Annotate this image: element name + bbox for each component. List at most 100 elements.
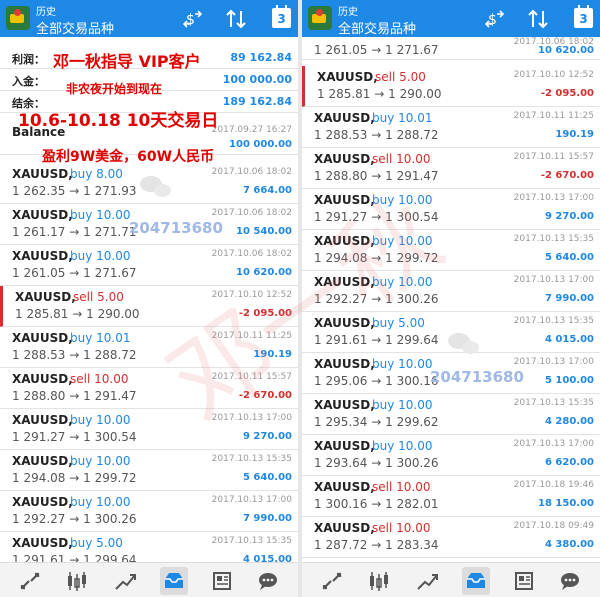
news-icon[interactable] [510, 567, 538, 595]
trade-row[interactable]: XAUUSD, sell 5.00 1 285.81 → 1 290.00 2017.… [302, 66, 600, 107]
trade-symbol: XAUUSD, [12, 249, 73, 263]
trade-side: buy 10.00 [372, 398, 433, 412]
sort-icon[interactable] [527, 8, 549, 30]
profit-label: 利润： [12, 53, 45, 66]
trade-row[interactable]: XAUUSD, buy 10.00 1 291.27 → 1 300.54 2017.… [302, 189, 600, 230]
trade-profit: 4 015.00 [544, 334, 594, 345]
symbol-filter-title[interactable]: 全部交易品种 [338, 18, 416, 37]
overlay-line-1: 邓一秋指导 VIP客户 [53, 52, 201, 71]
trade-symbol: XAUUSD, [314, 357, 375, 371]
trade-symbol: XAUUSD, [314, 398, 375, 412]
calendar-icon[interactable]: 3 [574, 5, 593, 28]
trade-symbol: XAUUSD, [314, 521, 375, 535]
news-icon[interactable] [208, 567, 236, 595]
trade-symbol: XAUUSD, [15, 290, 76, 304]
app-header: 历史 全部交易品种 $ 3 [302, 0, 600, 37]
trade-row[interactable]: XAUUSD, buy 10.00 1 294.08 → 1 299.72 2017.… [302, 230, 600, 271]
trade-icon[interactable] [112, 567, 140, 595]
wechat-watermark-icon-small [462, 341, 479, 354]
app-logo-icon[interactable] [6, 6, 30, 30]
trade-row[interactable]: XAUUSD, buy 10.00 1 291.27 → 1 300.54 2017.… [0, 409, 298, 450]
trade-profit: 10 620.00 [236, 267, 292, 278]
trade-symbol: XAUUSD, [314, 439, 375, 453]
balance-amount: 100 000.00 [229, 139, 292, 150]
trade-date: 2017.10.06 18:02 [211, 249, 292, 259]
history-label: 历史 [338, 7, 358, 18]
trade-symbol: XAUUSD, [314, 480, 375, 494]
trade-row[interactable]: XAUUSD, buy 10.00 1 292.27 → 1 300.26 2017.… [0, 491, 298, 532]
trade-symbol: XAUUSD, [314, 316, 375, 330]
trade-profit: 190.19 [253, 349, 292, 360]
symbol-filter-title[interactable]: 全部交易品种 [36, 18, 114, 37]
trade-side: buy 5.00 [372, 316, 425, 330]
chat-icon[interactable] [254, 567, 282, 595]
trade-side: buy 10.00 [70, 249, 131, 263]
chart-icon[interactable] [62, 567, 90, 595]
trade-side: sell 5.00 [375, 70, 426, 84]
trade-date: 2017.10.13 17:00 [513, 193, 594, 203]
calendar-icon[interactable]: 3 [272, 5, 291, 28]
trade-row[interactable]: XAUUSD, buy 10.01 1 288.53 → 1 288.72 2017.… [302, 107, 600, 148]
trade-side: buy 10.00 [372, 357, 433, 371]
trade-row[interactable]: XAUUSD, sell 10.00 1 288.80 → 1 291.47 2017… [0, 368, 298, 409]
trade-date: 2017.10.13 17:00 [513, 275, 594, 285]
trade-row[interactable]: XAUUSD, sell 10.00 1 300.16 → 1 282.01 2017… [302, 476, 600, 517]
quotes-icon[interactable] [16, 567, 44, 595]
trade-row[interactable]: XAUUSD, sell 10.00 1 288.80 → 1 291.47 2017… [302, 148, 600, 189]
chat-icon[interactable] [556, 567, 584, 595]
trade-prices: 1 285.81 → 1 290.00 [15, 307, 140, 321]
trade-profit: 190.19 [555, 129, 594, 140]
trade-date: 2017.10.13 15:35 [211, 454, 292, 464]
trade-prices: 1 294.08 → 1 299.72 [314, 251, 439, 265]
history-icon[interactable] [160, 567, 188, 595]
trade-symbol: XAUUSD, [314, 275, 375, 289]
trade-profit: 4 280.00 [544, 416, 594, 427]
app-logo-icon[interactable] [308, 6, 332, 30]
currency-filter-icon[interactable]: $ [182, 8, 205, 30]
wechat-watermark-icon-small [154, 184, 171, 197]
right-trade-list: XAUUSD, sell 5.00 1 285.81 → 1 290.00 2017.… [302, 66, 600, 558]
trade-side: sell 10.00 [70, 372, 129, 386]
currency-filter-icon[interactable]: $ [484, 8, 507, 30]
trade-profit: 7 990.00 [242, 513, 292, 524]
history-icon[interactable] [462, 567, 490, 595]
trade-date: 2017.10.13 15:35 [211, 536, 292, 546]
trade-date: 2017.10.13 17:00 [513, 439, 594, 449]
trade-prices: 1 292.27 → 1 300.26 [12, 512, 137, 526]
watermark-number: 204713680 [430, 368, 524, 386]
deposit-value: 100 000.00 [222, 73, 292, 86]
trade-row[interactable]: XAUUSD, buy 10.00 1 261.05 → 1 271.67 2017.… [0, 245, 298, 286]
trade-date: 2017.10.18 09:49 [513, 521, 594, 531]
trade-icon[interactable] [414, 567, 442, 595]
svg-text:$: $ [186, 12, 195, 28]
trade-symbol: XAUUSD, [12, 413, 73, 427]
trade-date: 2017.10.13 17:00 [513, 357, 594, 367]
sort-icon[interactable] [225, 8, 247, 30]
trade-row[interactable]: XAUUSD, sell 5.00 1 285.81 → 1 290.00 2017.… [0, 286, 298, 327]
chart-icon[interactable] [364, 567, 392, 595]
trade-row[interactable]: XAUUSD, buy 10.00 1 292.27 → 1 300.26 2017.… [302, 271, 600, 312]
trade-prices: 1 287.72 → 1 283.34 [314, 538, 439, 552]
trade-prices: 1 300.16 → 1 282.01 [314, 497, 439, 511]
trade-prices: 1 261.17 → 1 271.71 [12, 225, 137, 239]
trade-row[interactable]: XAUUSD, buy 10.01 1 288.53 → 1 288.72 2017.… [0, 327, 298, 368]
trade-side: buy 10.01 [70, 331, 131, 345]
trade-row[interactable]: XAUUSD, sell 10.00 1 287.72 → 1 283.34 2017… [302, 517, 600, 558]
trade-row[interactable]: XAUUSD, buy 10.00 1 295.34 → 1 299.62 2017.… [302, 394, 600, 435]
trade-profit: 6 620.00 [544, 457, 594, 468]
trade-profit: 5 100.00 [544, 375, 594, 386]
partial-trade-row[interactable]: 1 261.05 → 1 271.67 2017.10.06 18:02 10 … [302, 37, 600, 60]
trade-side: buy 10.00 [70, 413, 131, 427]
trade-date: 2017.10.10 12:52 [211, 290, 292, 300]
trade-prices: 1 291.27 → 1 300.54 [314, 210, 439, 224]
svg-text:$: $ [488, 12, 497, 28]
trade-symbol: XAUUSD, [314, 193, 375, 207]
trade-profit: -2 095.00 [540, 88, 594, 99]
quotes-icon[interactable] [318, 567, 346, 595]
trade-date: 2017.10.13 15:35 [513, 398, 594, 408]
trade-prices: 1 262.35 → 1 271.93 [12, 184, 137, 198]
trade-prices: 1 291.61 → 1 299.64 [314, 333, 439, 347]
trade-row[interactable]: XAUUSD, buy 10.00 1 294.08 → 1 299.72 2017.… [0, 450, 298, 491]
trade-symbol: XAUUSD, [12, 167, 73, 181]
trade-row[interactable]: XAUUSD, buy 10.00 1 293.64 → 1 300.26 2017.… [302, 435, 600, 476]
